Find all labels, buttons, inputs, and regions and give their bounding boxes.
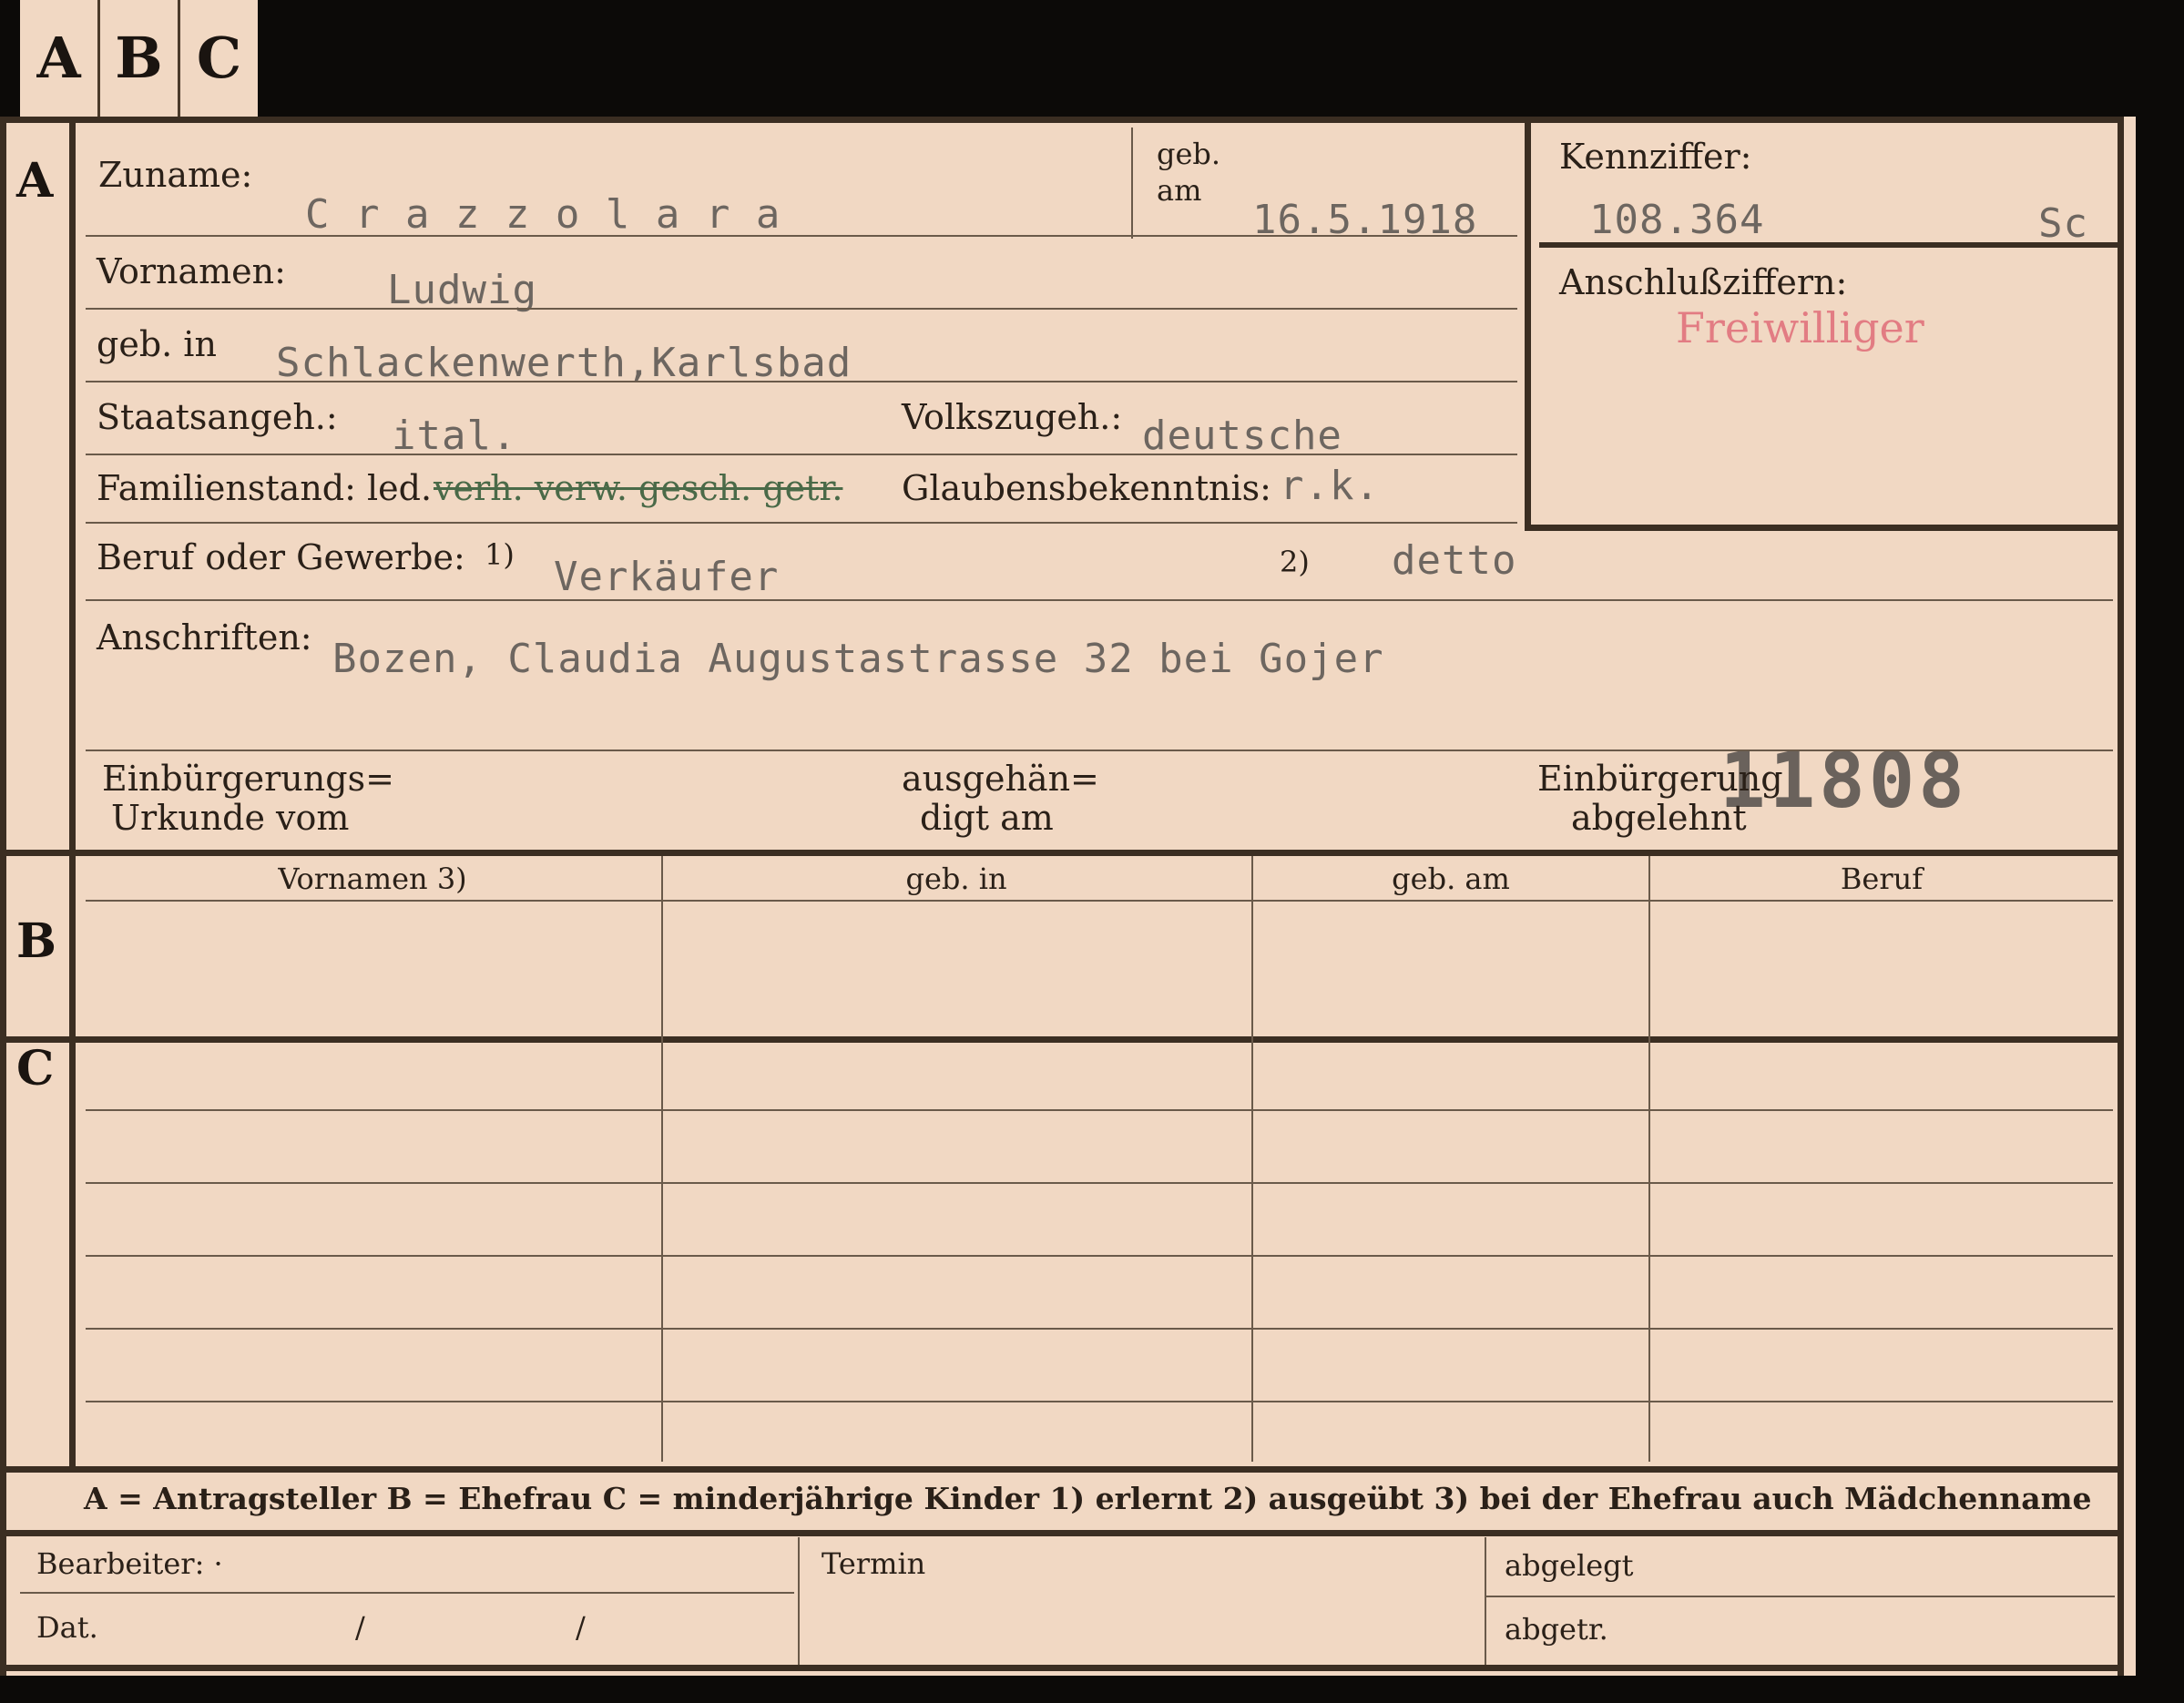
abgelegt-divider	[1485, 1537, 1486, 1665]
beruf-ausgeuebt-value: detto	[1392, 537, 1517, 584]
einbuergerung-abgelehnt-label-2: abgelehnt	[1571, 798, 1747, 838]
dat-slash-2: /	[576, 1610, 586, 1645]
kennziffer-label: Kennziffer:	[1559, 137, 1752, 177]
beruf-footnote-1: 1)	[485, 537, 515, 572]
ausgehaendigt-label-1: ausgehän=	[902, 759, 1099, 799]
geb-in-value: Schlackenwerth,Karlsbad	[276, 340, 852, 386]
b-header-line	[86, 900, 2113, 902]
kennziffer-box-bottom	[1525, 525, 2124, 531]
einbuergerungsurkunde-label-1: Einbürgerungs=	[102, 759, 394, 799]
termin-label: Termin	[822, 1546, 926, 1581]
tab-c[interactable]: C	[180, 0, 258, 117]
zuname-label: Zuname:	[98, 155, 253, 195]
familienstand-line	[86, 522, 1517, 524]
dat-label: Dat.	[36, 1610, 98, 1645]
tab-a[interactable]: A	[20, 0, 100, 117]
termin-divider	[798, 1537, 800, 1665]
bearbeiter-label: Bearbeiter: ·	[36, 1546, 223, 1581]
zuname-value: C r a z z o l a r a	[305, 191, 781, 238]
right-border	[2118, 117, 2124, 1676]
anschriften-line	[86, 750, 2113, 751]
col-header-geb-am: geb. am	[1392, 862, 1510, 896]
section-c-letter: C	[16, 1041, 55, 1096]
geb-am-divider	[1131, 127, 1133, 239]
glaubens-value: r.k.	[1280, 463, 1380, 509]
beruf-label: Beruf oder Gewerbe:	[97, 537, 465, 577]
section-b-top-border	[0, 850, 2124, 856]
staatsangeh-value: ital.	[392, 413, 517, 459]
section-divider-vertical	[69, 117, 76, 1468]
c-row-line-2	[86, 1182, 2113, 1184]
abgelegt-line	[1486, 1596, 2115, 1597]
staatsangeh-line	[86, 454, 1517, 455]
beruf-erlernt-value: Verkäufer	[554, 554, 780, 600]
c-row-line-1	[86, 1109, 2113, 1111]
volkszugeh-label: Volkszugeh.:	[902, 397, 1123, 437]
familienstand-struck: verh. verw. gesch. getr.	[434, 468, 843, 508]
col-divider-3	[1648, 856, 1650, 1462]
bottom-border	[0, 1665, 2124, 1671]
volunteer-stamp: Freiwilliger	[1676, 303, 1924, 352]
volkszugeh-value: deutsche	[1142, 413, 1342, 459]
kennziffer-suffix: Sc	[2038, 200, 2088, 247]
c-row-line-5	[86, 1401, 2113, 1402]
einbuergerungsurkunde-label-2: Urkunde vom	[111, 798, 350, 838]
anschrift-value: Bozen, Claudia Augustastrasse 32 bei Goj…	[332, 636, 1384, 682]
section-a-letter: A	[16, 153, 54, 209]
c-row-line-3	[86, 1255, 2113, 1257]
c-row-line-4	[86, 1328, 2113, 1330]
geb-am-label-1: geb.	[1157, 137, 1221, 171]
zuname-line	[86, 235, 1517, 237]
col-header-vornamen: Vornamen 3)	[278, 862, 467, 896]
section-c-top-border	[0, 1036, 2124, 1043]
top-border	[0, 117, 2124, 123]
ausgehaendigt-label-2: digt am	[920, 798, 1054, 838]
geb-in-label: geb. in	[97, 324, 217, 364]
familienstand-label: Familienstand: led.	[97, 468, 433, 508]
anschluss-label: Anschlußziffern:	[1559, 262, 1848, 302]
legend-bottom-border	[0, 1530, 2124, 1536]
anschriften-label: Anschriften:	[97, 617, 312, 658]
glaubens-label: Glaubensbekenntnis:	[902, 468, 1271, 508]
legend-top-border	[0, 1466, 2124, 1473]
abgetr-label: abgetr.	[1505, 1612, 1608, 1647]
geb-in-line	[86, 381, 1517, 382]
bearbeiter-line	[20, 1592, 794, 1594]
col-header-geb-in: geb. in	[905, 862, 1007, 896]
beruf-line	[86, 599, 2113, 601]
vornamen-label: Vornamen:	[97, 251, 286, 291]
geb-am-label-2: am	[1157, 173, 1202, 208]
left-border	[0, 117, 6, 1676]
legend-text: A = Antragsteller B = Ehefrau C = minder…	[84, 1481, 2092, 1516]
einbuergerung-abgelehnt-label-1: Einbürgerung	[1537, 759, 1783, 799]
kennziffer-value: 108.364	[1589, 197, 1765, 243]
abgelegt-label: abgelegt	[1505, 1548, 1634, 1583]
tab-b[interactable]: B	[100, 0, 180, 117]
dat-slash-1: /	[355, 1610, 365, 1645]
vornamen-value: Ludwig	[387, 267, 537, 313]
registration-card: A B C Kennziffer: 108.364 Sc Anschlußzif…	[0, 117, 2136, 1676]
col-header-beruf: Beruf	[1840, 862, 1924, 896]
staatsangeh-label: Staatsangeh.:	[97, 397, 338, 437]
section-b-letter: B	[16, 913, 56, 969]
col-divider-1	[661, 856, 663, 1462]
kennziffer-box-left	[1525, 117, 1531, 531]
beruf-footnote-2: 2)	[1280, 545, 1310, 579]
vornamen-line	[86, 308, 1517, 310]
col-divider-2	[1251, 856, 1253, 1462]
